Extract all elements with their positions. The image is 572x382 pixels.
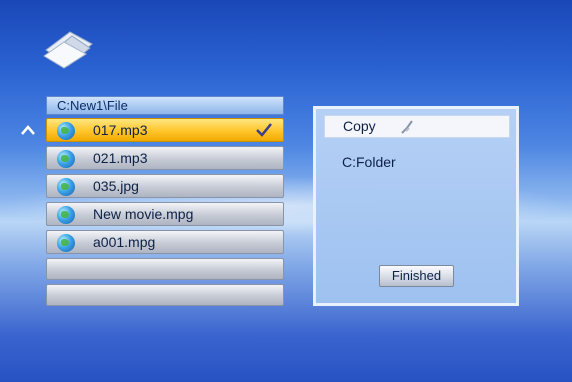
folder-icon: [43, 31, 93, 69]
checkmark-icon: [256, 123, 272, 137]
file-row[interactable]: 035.jpg: [46, 174, 284, 198]
file-name: New movie.mpg: [93, 206, 194, 222]
cursor-icon: [401, 120, 413, 134]
globe-icon: [57, 150, 75, 168]
empty-row: [46, 258, 284, 280]
globe-icon: [57, 206, 75, 224]
globe-icon: [57, 122, 75, 140]
file-name: 021.mp3: [93, 150, 148, 166]
destination-label: C:Folder: [342, 154, 396, 170]
empty-row: [46, 284, 284, 306]
file-name: 035.jpg: [93, 178, 139, 194]
file-row[interactable]: 017.mp3: [46, 118, 284, 142]
finished-button[interactable]: Finished: [379, 265, 454, 287]
file-row[interactable]: a001.mpg: [46, 230, 284, 254]
action-panel: Copy C:Folder Finished: [313, 106, 519, 306]
file-name: a001.mpg: [93, 234, 156, 250]
file-list: 017.mp3 021.mp3 035.jpg New movie.mpg a0…: [46, 118, 284, 310]
file-name: 017.mp3: [93, 122, 148, 138]
file-row[interactable]: 021.mp3: [46, 146, 284, 170]
chevron-up-icon[interactable]: [20, 124, 36, 136]
file-row[interactable]: New movie.mpg: [46, 202, 284, 226]
current-path-bar: C:New1\File: [46, 96, 284, 115]
globe-icon: [57, 234, 75, 252]
action-title[interactable]: Copy: [324, 115, 510, 138]
globe-icon: [57, 178, 75, 196]
